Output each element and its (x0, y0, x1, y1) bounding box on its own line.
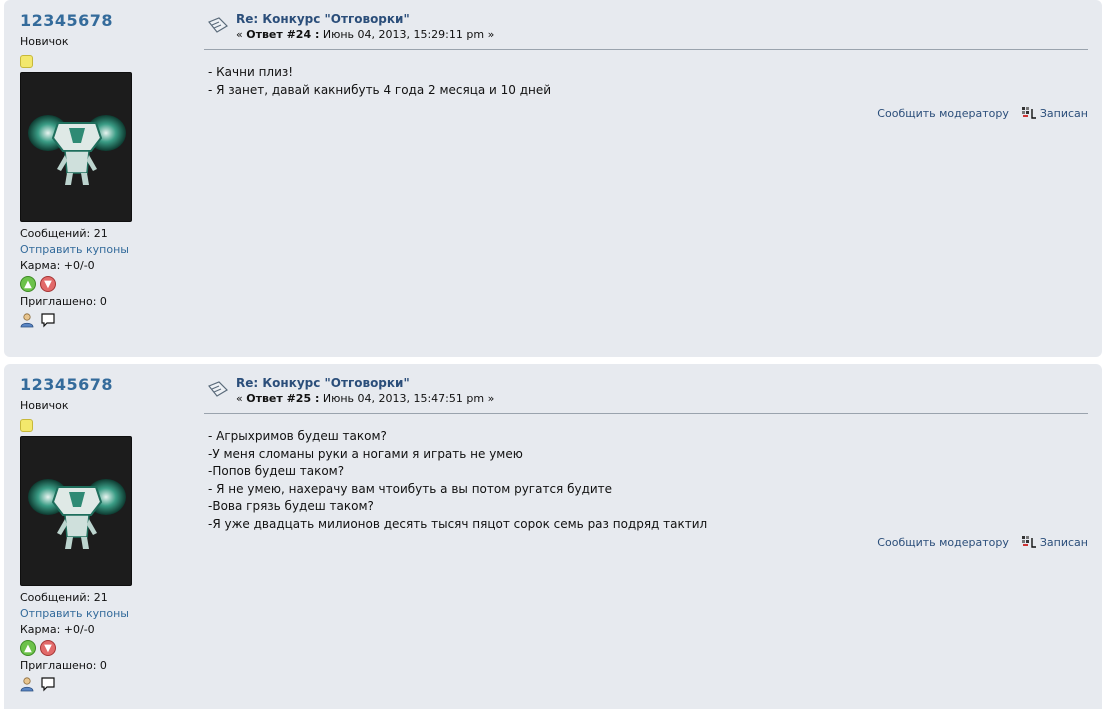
poster-karma: Карма: +0/-0 (20, 259, 95, 272)
report-to-moderator-link[interactable]: Сообщить модератору (877, 107, 1009, 120)
poster-invited: Приглашено: 0 (20, 295, 107, 308)
post: 12345678 Новичок Сообщений: 21 Отправить… (4, 0, 1102, 357)
post-line: -Я уже двадцать милионов десять тысяч пя… (208, 516, 708, 531)
rank-star-icon (20, 419, 33, 432)
poster-karma: Карма: +0/-0 (20, 623, 95, 636)
ip-logged-icon (1021, 107, 1036, 119)
post-line: -Попов будеш таком? (208, 464, 345, 479)
meta-prefix: « (236, 392, 247, 405)
post-body: - Качни плиз! - Я занет, давай какнибуть… (204, 64, 1088, 99)
post-subject-link[interactable]: Re: Конкурс "Отговорки" (236, 376, 410, 390)
karma-up-icon[interactable]: ▲ (20, 640, 36, 656)
reply-number: Ответ #25 : (246, 392, 320, 405)
post-line: - Качни плиз! (208, 65, 294, 79)
post-line: - Я занет, давай какнибуть 4 года 2 меся… (208, 82, 552, 97)
message-icon (208, 381, 228, 397)
poster-invited: Приглашено: 0 (20, 659, 107, 672)
post-date: Июнь 04, 2013, 15:47:51 pm » (319, 392, 495, 405)
logged-label: Записан (1039, 535, 1088, 549)
post-header: Re: Конкурс "Отговорки" « Ответ #25 : Ию… (204, 374, 1088, 414)
post-line: -У меня сломаны руки а ногами я играть н… (208, 446, 523, 461)
post-content: Re: Конкурс "Отговорки" « Ответ #24 : Ию… (204, 10, 1088, 120)
meta-prefix: « (236, 28, 247, 41)
profile-icon[interactable] (20, 676, 36, 692)
poster-messages: Сообщений: 21 (20, 591, 108, 604)
report-to-moderator-link[interactable]: Сообщить модератору (877, 536, 1009, 549)
post-line: - Агрыхримов будеш таком? (208, 429, 387, 443)
send-coupons-link[interactable]: Отправить купоны (20, 606, 180, 622)
karma-down-icon[interactable]: ▼ (40, 640, 56, 656)
post-line: - Я не умею, нахерачу вам чтоибуть а вы … (208, 481, 613, 496)
poster-rank: Новичок (20, 35, 69, 48)
message-icon (208, 17, 228, 33)
poster-info: 12345678 Новичок Сообщений: 21 Отправить… (20, 374, 180, 694)
post-meta: « Ответ #24 : Июнь 04, 2013, 15:29:11 pm… (236, 28, 494, 41)
reply-number: Ответ #24 : (246, 28, 320, 41)
profile-icon[interactable] (20, 312, 36, 328)
speech-bubble-icon[interactable] (40, 676, 56, 692)
post-body: - Агрыхримов будеш таком? -У меня сломан… (204, 428, 1088, 534)
karma-up-icon[interactable]: ▲ (20, 276, 36, 292)
post-line: -Вова грязь будеш таком? (208, 499, 374, 514)
ip-logged-icon (1021, 536, 1036, 548)
post-actions: Сообщить модератору Записан (877, 106, 1088, 120)
rank-star-icon (20, 55, 33, 68)
poster-name[interactable]: 12345678 (20, 374, 180, 396)
poster-rank: Новичок (20, 399, 69, 412)
logged-status: Записан (1021, 535, 1088, 549)
post-date: Июнь 04, 2013, 15:29:11 pm » (319, 28, 495, 41)
post: 12345678 Новичок Сообщений: 21 Отправить… (4, 364, 1102, 709)
post-content: Re: Конкурс "Отговорки" « Ответ #25 : Ию… (204, 374, 1088, 549)
post-meta: « Ответ #25 : Июнь 04, 2013, 15:47:51 pm… (236, 392, 494, 405)
send-coupons-link[interactable]: Отправить купоны (20, 242, 180, 258)
avatar (20, 436, 132, 586)
poster-info: 12345678 Новичок Сообщений: 21 Отправить… (20, 10, 180, 330)
post-actions: Сообщить модератору Записан (877, 535, 1088, 549)
poster-messages: Сообщений: 21 (20, 227, 108, 240)
post-header: Re: Конкурс "Отговорки" « Ответ #24 : Ию… (204, 10, 1088, 50)
poster-name[interactable]: 12345678 (20, 10, 180, 32)
speech-bubble-icon[interactable] (40, 312, 56, 328)
post-subject-link[interactable]: Re: Конкурс "Отговорки" (236, 12, 410, 26)
avatar (20, 72, 132, 222)
logged-label: Записан (1039, 106, 1088, 120)
logged-status: Записан (1021, 106, 1088, 120)
karma-down-icon[interactable]: ▼ (40, 276, 56, 292)
